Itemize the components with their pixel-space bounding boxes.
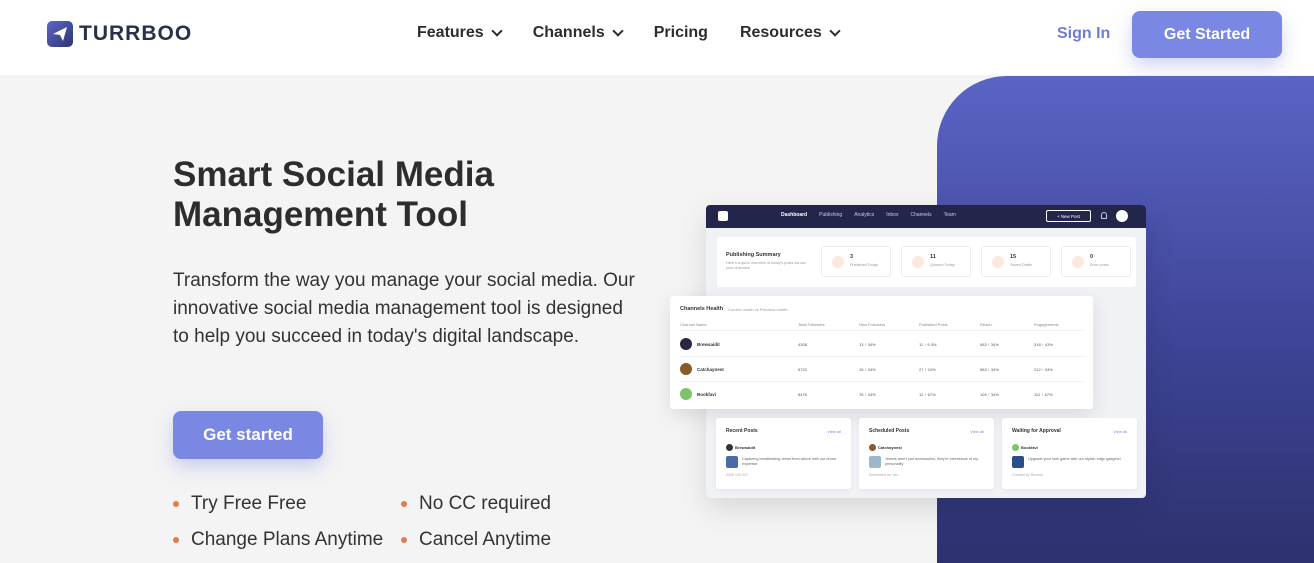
draft-icon <box>992 256 1004 268</box>
avatar <box>680 363 692 375</box>
feature-item: Cancel Anytime <box>401 529 551 551</box>
hero-title: Smart Social Media Management Tool <box>173 155 494 234</box>
brand-logo[interactable]: TURRBOO <box>47 21 192 47</box>
feature-item: Change Plans Anytime <box>173 529 383 551</box>
chevron-down-icon <box>829 25 841 37</box>
avatar <box>1116 210 1128 222</box>
sign-in-link[interactable]: Sign In <box>1057 25 1110 43</box>
post-thumbnail <box>869 456 881 468</box>
warning-icon <box>1072 256 1084 268</box>
channels-health-card: Channels Health Current month vs Previou… <box>670 296 1093 409</box>
nav-resources[interactable]: Resources <box>740 24 841 42</box>
post-thumbnail <box>726 456 738 468</box>
brand-name: TURRBOO <box>79 22 193 45</box>
bell-icon <box>1101 212 1107 219</box>
avatar <box>1012 444 1019 451</box>
nav-features[interactable]: Features <box>417 24 503 42</box>
get-started-button[interactable]: Get Started <box>1132 11 1282 58</box>
waiting-approval-card: Waiting for Approval View all Bookfavi U… <box>1002 418 1137 489</box>
dashboard-nav: Dashboard Publishing Analytics Inbox Cha… <box>781 212 956 218</box>
queue-icon <box>912 256 924 268</box>
recent-posts-card: Recent Posts View all Brewsaidit Capturi… <box>716 418 851 489</box>
avatar <box>680 388 692 400</box>
avatar <box>726 444 733 451</box>
bullet-icon <box>173 501 179 507</box>
calendar-icon <box>832 256 844 268</box>
site-header: TURRBOO Features Channels Pricing Resour… <box>0 0 1314 75</box>
publishing-summary: Publishing Summary Here's a quick overvi… <box>717 237 1136 287</box>
dashboard-topbar: Dashboard Publishing Analytics Inbox Cha… <box>706 205 1146 228</box>
post-thumbnail <box>1012 456 1024 468</box>
chevron-down-icon <box>612 25 624 37</box>
summary-stat: 3 Published Today <box>821 246 891 277</box>
bullet-icon <box>173 537 179 543</box>
paper-plane-icon <box>718 211 728 221</box>
avatar <box>869 444 876 451</box>
hero-description: Transform the way you manage your social… <box>173 270 635 347</box>
chevron-down-icon <box>491 25 503 37</box>
summary-stat: 15 Saved Drafts <box>981 246 1051 277</box>
nav-pricing[interactable]: Pricing <box>654 24 708 42</box>
new-post-button: + New Post <box>1046 210 1091 222</box>
scheduled-posts-card: Scheduled Posts View all Catchaynest Jew… <box>859 418 994 489</box>
summary-stat: 0 Error posts <box>1061 246 1131 277</box>
summary-stat: 11 Queued Today <box>901 246 971 277</box>
bullet-icon <box>401 537 407 543</box>
main-nav: Features Channels Pricing Resources <box>417 24 871 42</box>
paper-plane-icon <box>47 21 73 47</box>
bullet-icon <box>401 501 407 507</box>
feature-item: No CC required <box>401 493 551 515</box>
hero-get-started-button[interactable]: Get started <box>173 411 323 459</box>
nav-channels[interactable]: Channels <box>533 24 624 42</box>
feature-item: Try Free Free <box>173 493 306 515</box>
avatar <box>680 338 692 350</box>
